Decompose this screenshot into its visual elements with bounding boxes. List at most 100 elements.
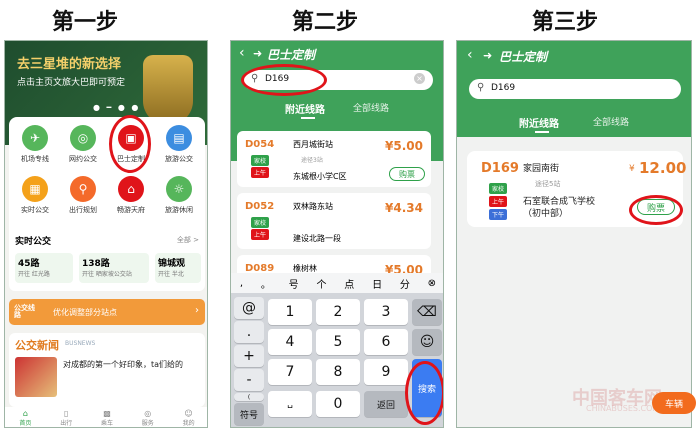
key-9[interactable]: 9 (364, 359, 408, 385)
step-title-3: 第三步 (532, 10, 599, 35)
key-return[interactable]: 返回 (364, 391, 408, 417)
floating-chip[interactable]: 车辆 (652, 392, 696, 414)
route-card[interactable]: D054 家校 上午 西月城街站 途径3站 东城根小学C区 ¥5.00 购票 (237, 131, 431, 187)
step-title-1: 第一步 (52, 10, 119, 35)
banner-subtitle: 点击主页文旅大巴即可预定 (17, 78, 126, 88)
route-card[interactable]: D052 家校 上午 双林路东站 建设北路一段 ¥4.34 (237, 193, 431, 249)
key-dot[interactable]: . (234, 321, 264, 343)
news-section: 公交新闻 BUSNEWS 对成都的第一个好印象，ta们给的 (9, 333, 205, 407)
bus-card[interactable]: 45路 开往 红光路 (15, 253, 73, 283)
service-trip-plan[interactable]: ⚲ 出行规划 (59, 176, 107, 215)
key-minus[interactable]: - (234, 369, 264, 391)
app-title: 巴士定制 (499, 50, 548, 64)
back-arrow-icon[interactable]: ‹ (239, 45, 245, 61)
key-space[interactable]: ␣ (268, 391, 312, 417)
tab-mine[interactable]: ☺ 我的 (183, 409, 195, 427)
key-1[interactable]: 1 (268, 299, 312, 325)
airport-icon: ✈ (22, 125, 48, 151)
banner-title: 去三星堆的新选择 (17, 57, 122, 72)
key-2[interactable]: 2 (316, 299, 360, 325)
notice-bar[interactable]: 公交线路 优化调整部分站点 › (9, 299, 205, 325)
tab-underline (301, 117, 315, 119)
tab-service[interactable]: ◎ 服务 (142, 409, 154, 427)
service-leisure[interactable]: ☼ 旅游休闲 (155, 176, 203, 215)
user-icon: ☺ (184, 409, 193, 418)
search-icon: ⚲ (477, 82, 485, 93)
banner-dots: ● ━ ● ● (93, 103, 141, 112)
tab-nearby[interactable]: 附近线路 (285, 101, 325, 116)
app-logo-icon: ➜ (483, 49, 493, 62)
ride-bus-icon: ◎ (70, 125, 96, 151)
key-symbols[interactable]: 符号 (234, 403, 264, 425)
tab-home[interactable]: ⌂ 首页 (19, 409, 31, 427)
highlight-ring-search-key (405, 361, 443, 425)
realtime-bus-icon: ▦ (22, 176, 48, 202)
notice-text: 优化调整部分站点 (53, 308, 117, 317)
bottom-tab-bar: ⌂ 首页 ▯ 出行 ▩ 乘车 ◎ 服务 ☺ 我的 (5, 407, 207, 427)
key-6[interactable]: 6 (364, 329, 408, 355)
phone-screen-3: ‹ ➜ 巴士定制 ⚲ D169 附近线路 全部线路 D169 家校 上午 下午 … (456, 40, 692, 428)
tab-all[interactable]: 全部线路 (353, 101, 389, 114)
key-paren[interactable]: ( (234, 393, 264, 401)
app-logo-icon: ➜ (253, 47, 263, 60)
search-bar[interactable]: ⚲ D169 (469, 79, 681, 99)
candidate-bar: , 。 号 个 点 日 分 ⊗ (231, 273, 443, 293)
tab-trip[interactable]: ▯ 出行 (60, 409, 72, 427)
tour-bus-icon: ▤ (166, 125, 192, 151)
service-tour-bus[interactable]: ▤ 旅游公交 (155, 125, 203, 164)
highlight-ring-custom-bus (109, 115, 151, 173)
key-7[interactable]: 7 (268, 359, 312, 385)
news-title: 公交新闻 (15, 339, 59, 352)
key-at[interactable]: @ (234, 297, 264, 319)
key-4[interactable]: 4 (268, 329, 312, 355)
key-5[interactable]: 5 (316, 329, 360, 355)
bus-card[interactable]: 锦城观 开往 半北 (155, 253, 201, 283)
collapse-icon[interactable]: ⊗ (428, 278, 436, 289)
trip-plan-icon: ⚲ (70, 176, 96, 202)
highlight-ring-search (241, 64, 327, 96)
chevron-right-icon: › (195, 305, 199, 316)
emoji-icon: ☺ (419, 334, 435, 350)
route-code: D169 (481, 161, 519, 176)
tab-nearby[interactable]: 附近线路 (519, 115, 559, 130)
service-icon: ◎ (144, 409, 152, 418)
notice-tag: 公交线路 (14, 304, 35, 319)
travel-icon: ⌂ (118, 176, 144, 202)
key-backspace[interactable]: ⌫ (412, 299, 442, 325)
key-3[interactable]: 3 (364, 299, 408, 325)
map-icon: ▯ (63, 409, 69, 418)
backspace-icon: ⌫ (417, 304, 437, 320)
bus-card[interactable]: 138路 开往 晒家坡公交站 (79, 253, 149, 283)
app-title: 巴士定制 (267, 48, 316, 62)
key-0[interactable]: 0 (316, 391, 360, 417)
buy-ticket-button[interactable]: 购票 (389, 167, 425, 181)
route-via: 途径5站 (535, 180, 561, 188)
phone-screen-2: ‹ ➜ 巴士定制 ⚲ D169 × 附近线路 全部线路 D054 家校 上午 西… (230, 40, 444, 428)
service-airport[interactable]: ✈ 机场专线 (11, 125, 59, 164)
watermark-en: CHINABUSES.COM (586, 404, 660, 413)
service-realtime-bus[interactable]: ▦ 实时公交 (11, 176, 59, 215)
route-from: 家园南街 (523, 164, 560, 174)
clear-icon[interactable]: × (414, 73, 425, 84)
bronze-mask-image (143, 55, 193, 125)
tab-all[interactable]: 全部线路 (593, 115, 629, 128)
tab-ride[interactable]: ▩ 乘车 (101, 409, 113, 427)
phone-screen-1: 去三星堆的新选择 点击主页文旅大巴即可预定 ● ━ ● ● ✈ 机场专线 ◎ 网约公… (4, 40, 208, 428)
service-travel[interactable]: ⌂ 畅游天府 (107, 176, 155, 215)
service-ride-bus[interactable]: ◎ 网约公交 (59, 125, 107, 164)
news-item[interactable]: 对成都的第一个好印象，ta们给的 (63, 359, 199, 370)
key-plus[interactable]: + (234, 345, 264, 367)
route-price: 12.00 (639, 159, 687, 177)
tab-underline (535, 131, 549, 133)
realtime-section: 实时公交 全部 > 45路 开往 红光路 138路 开往 晒家坡公交站 锦城观 … (9, 229, 205, 291)
price-symbol: ¥ (629, 164, 635, 174)
search-input[interactable]: D169 (491, 83, 515, 93)
realtime-more-link[interactable]: 全部 > (177, 235, 199, 245)
highlight-ring-buy (629, 195, 683, 225)
key-emoji[interactable]: ☺ (412, 329, 442, 355)
key-8[interactable]: 8 (316, 359, 360, 385)
realtime-title: 实时公交 (15, 237, 52, 247)
app-header: ‹ ➜ 巴士定制 ⚲ D169 附近线路 全部线路 (457, 41, 691, 137)
back-arrow-icon[interactable]: ‹ (467, 47, 473, 63)
news-thumbnail (15, 357, 57, 397)
